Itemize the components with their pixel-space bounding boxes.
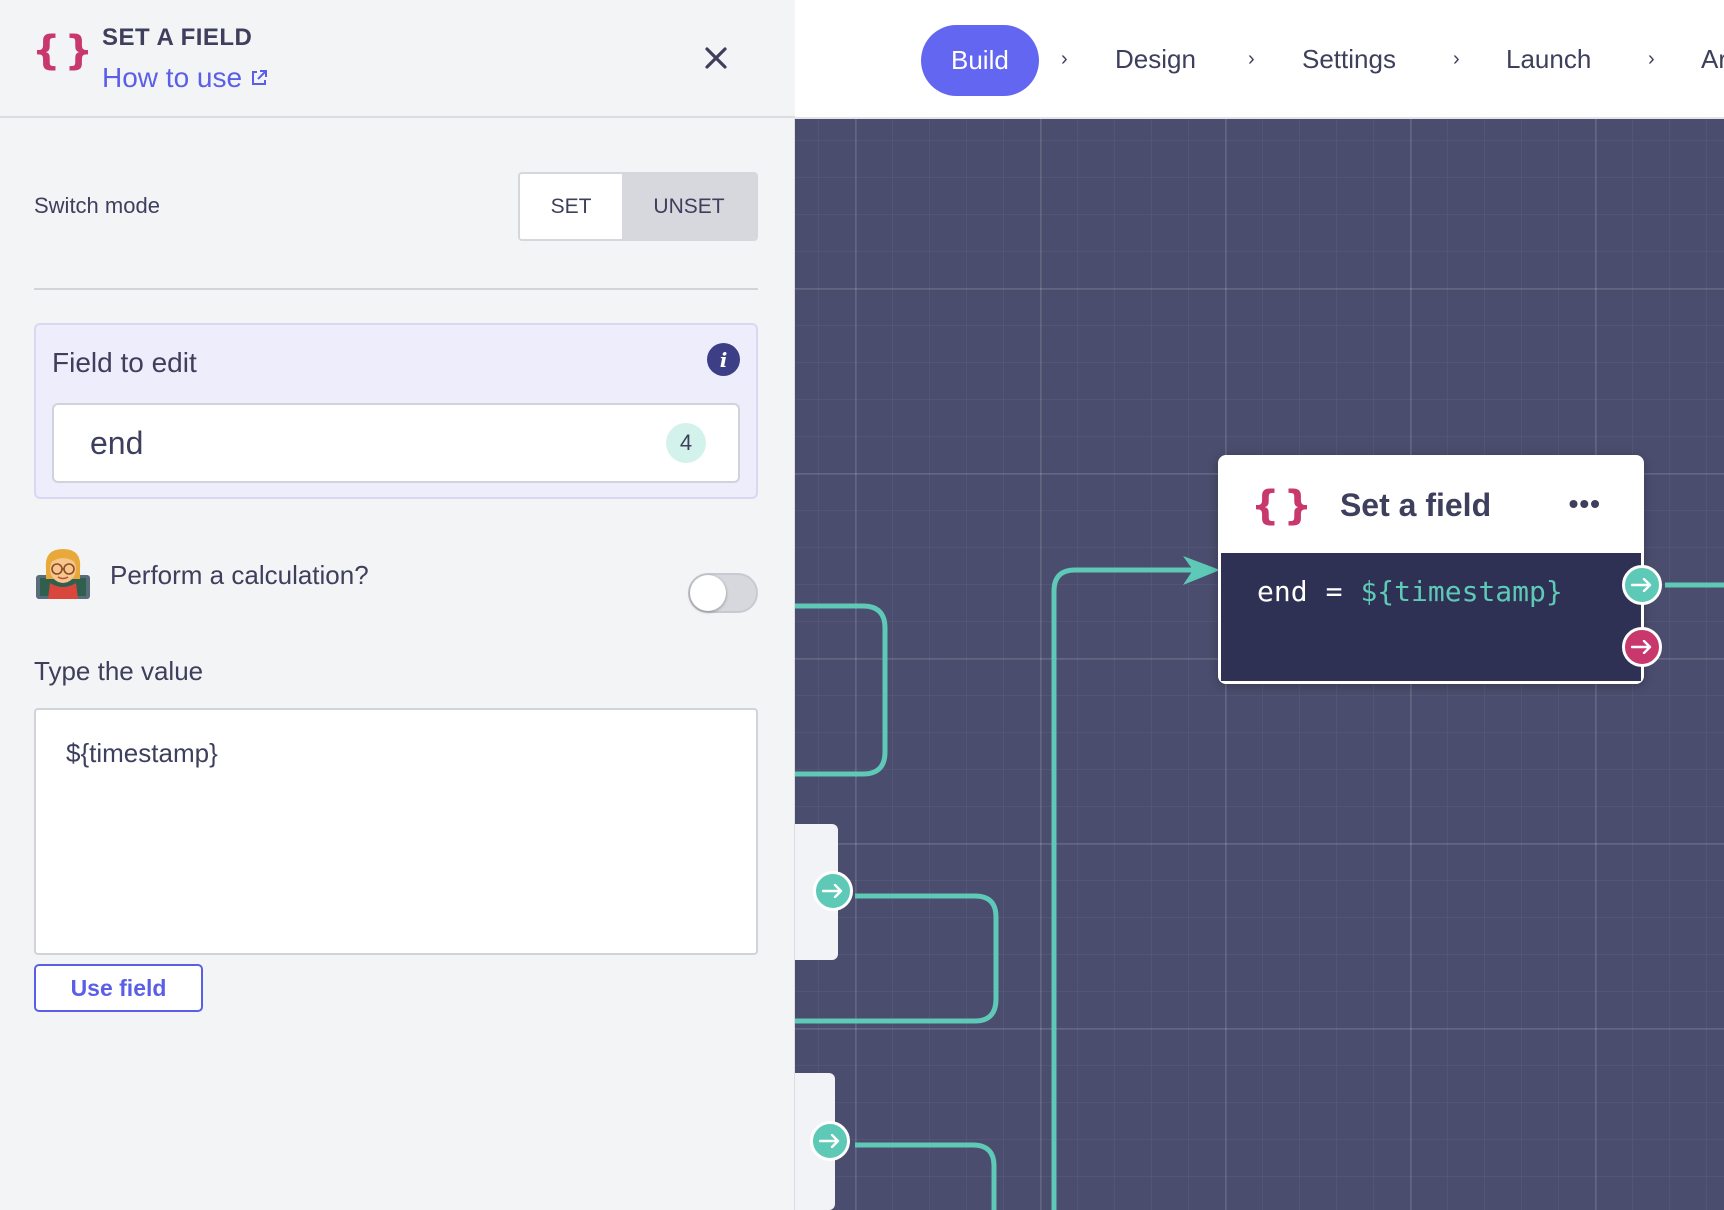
mode-set-option[interactable]: SET <box>520 174 622 239</box>
nav-step-analytics[interactable]: Ar <box>1701 0 1724 117</box>
mode-unset-option[interactable]: UNSET <box>622 174 756 239</box>
node-error-port[interactable] <box>1622 627 1662 667</box>
close-button[interactable] <box>700 42 732 74</box>
toggle-knob <box>690 575 726 611</box>
output-port-stub-2[interactable] <box>810 1121 850 1161</box>
node-operator: = <box>1325 575 1343 608</box>
node-variable: end <box>1257 575 1308 608</box>
output-port-stub-1[interactable] <box>813 871 853 911</box>
field-count-badge: 4 <box>666 423 706 463</box>
node-header: {} Set a field ••• <box>1221 458 1641 553</box>
calculation-toggle[interactable] <box>688 573 758 613</box>
wire-stub-2-path <box>855 1142 997 1210</box>
type-value-label: Type the value <box>34 656 204 686</box>
chevron-right-icon: › <box>1648 48 1655 70</box>
arrow-right-icon <box>1631 578 1652 592</box>
use-field-button[interactable]: Use field <box>34 964 203 1012</box>
braces-icon: {} <box>32 28 97 74</box>
wire-stub-1 <box>855 896 995 1021</box>
switch-mode-label: Switch mode <box>34 193 160 218</box>
value-textarea[interactable]: ${timestamp} <box>34 708 758 955</box>
perform-calculation-label: Perform a calculation? <box>110 560 369 590</box>
field-to-edit-section: Field to edit i end 4 <box>34 323 758 499</box>
field-select[interactable]: end 4 <box>52 403 740 483</box>
set-field-panel: {} SET A FIELD How to use Switch mode SE… <box>0 0 795 1210</box>
node-success-port[interactable] <box>1622 565 1662 605</box>
chevron-right-icon: › <box>1248 48 1255 70</box>
how-to-use-label: How to use <box>102 62 243 93</box>
node-value: ${timestamp} <box>1360 575 1563 608</box>
external-link-icon <box>252 70 268 85</box>
node-menu-icon[interactable]: ••• <box>1569 488 1601 520</box>
arrow-right-icon <box>822 884 843 898</box>
field-to-edit-label: Field to edit <box>52 347 197 378</box>
teacher-emoji-icon <box>36 549 90 599</box>
panel-title: SET A FIELD <box>102 24 253 51</box>
arrow-right-icon <box>1631 640 1652 654</box>
how-to-use-link[interactable]: How to use <box>102 62 268 94</box>
node-body: end = ${timestamp} <box>1221 553 1641 681</box>
chevron-right-icon: › <box>1453 48 1460 70</box>
close-icon <box>705 47 727 69</box>
mode-toggle: SET UNSET <box>518 172 758 241</box>
node-title: Set a field <box>1339 487 1492 523</box>
set-field-node[interactable]: {} Set a field ••• end = ${timestamp} <box>1218 455 1644 684</box>
flow-canvas[interactable]: {} Set a field ••• end = ${timestamp} <box>795 119 1724 1210</box>
braces-icon: {} <box>1251 482 1316 529</box>
nav-step-launch[interactable]: Launch <box>1506 0 1591 117</box>
info-icon[interactable]: i <box>707 343 740 376</box>
divider <box>34 288 758 290</box>
top-navigation: Build › Design › Settings › Launch › Ar <box>795 0 1724 119</box>
nav-step-design[interactable]: Design <box>1115 0 1196 117</box>
chevron-right-icon: › <box>1061 48 1068 70</box>
panel-header: {} SET A FIELD How to use <box>0 0 795 118</box>
nav-step-settings[interactable]: Settings <box>1302 0 1396 117</box>
arrow-right-icon <box>819 1134 840 1148</box>
wire-left-loop <box>795 603 888 777</box>
wire-to-node <box>1051 567 1200 1210</box>
field-value: end <box>90 424 144 461</box>
nav-step-build[interactable]: Build <box>921 25 1039 96</box>
